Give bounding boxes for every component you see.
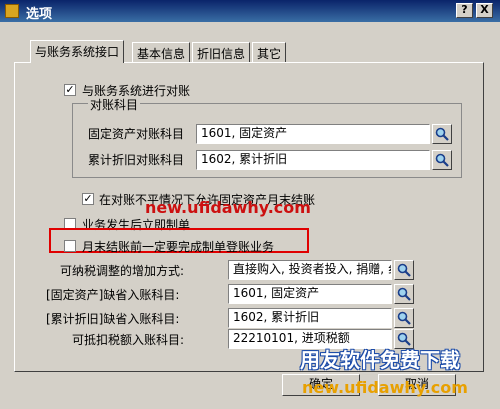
fixed-asset-account-label: 固定资产对账科目 — [88, 127, 185, 141]
month-end-label: 月末结账前一定要完成制单登账业务 — [82, 240, 275, 254]
reconcile-checkbox[interactable]: ✓ — [64, 84, 76, 96]
tab-basic-info[interactable]: 基本信息 — [132, 42, 191, 62]
tax-increase-field[interactable]: 直接购入, 投资者投入, 捐赠, 纟 — [228, 260, 392, 280]
depr-default-field[interactable]: 1602, 累计折旧 — [228, 308, 392, 328]
tax-deduct-label: 可抵扣税额入账科目: — [72, 333, 185, 347]
title-bar — [0, 0, 500, 22]
allow-close-checkbox[interactable]: ✓ — [82, 193, 94, 205]
tax-increase-label: 可纳税调整的增加方式: — [60, 264, 185, 278]
help-button[interactable]: ? — [456, 3, 473, 18]
search-icon[interactable] — [432, 150, 452, 170]
month-end-checkbox[interactable] — [64, 240, 76, 252]
search-icon[interactable] — [394, 284, 414, 304]
search-icon[interactable] — [432, 124, 452, 144]
close-button[interactable]: X — [476, 3, 493, 18]
tab-depreciation-info[interactable]: 折旧信息 — [192, 42, 251, 62]
group-title: 对账科目 — [88, 96, 141, 113]
fa-default-label: [固定资产]缺省入账科目: — [46, 288, 180, 302]
depr-default-label: [累计折旧]缺省入账科目: — [46, 312, 180, 326]
depreciation-account-label: 累计折旧对账科目 — [88, 153, 185, 167]
window-title: 选项 — [26, 7, 53, 22]
search-icon[interactable] — [394, 308, 414, 328]
app-icon — [5, 4, 19, 18]
watermark-url: new.ufidawhy.com — [145, 198, 311, 217]
tab-account-interface[interactable]: 与账务系统接口 — [30, 40, 125, 63]
watermark-url-bottom: new.ufidawhy.com — [302, 378, 468, 397]
fa-default-field[interactable]: 1601, 固定资产 — [228, 284, 392, 304]
watermark-site-name: 用友软件免费下载 — [300, 348, 460, 372]
tab-other[interactable]: 其它 — [252, 42, 287, 62]
fixed-asset-account-field[interactable]: 1601, 固定资产 — [196, 124, 430, 144]
search-icon[interactable] — [394, 260, 414, 280]
depreciation-account-field[interactable]: 1602, 累计折旧 — [196, 150, 430, 170]
